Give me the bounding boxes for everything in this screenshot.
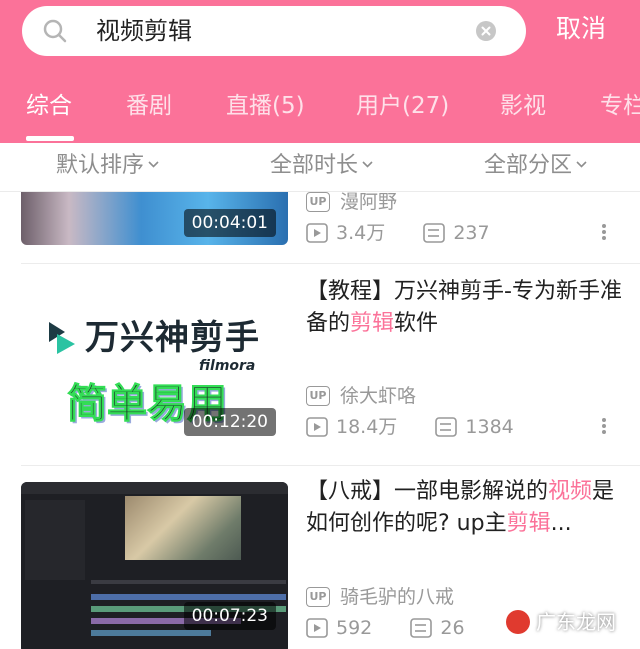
title-highlight: 剪辑 xyxy=(506,511,551,536)
view-count: 3.4万 xyxy=(336,222,386,244)
watermark-logo-icon xyxy=(506,610,530,634)
clear-icon[interactable] xyxy=(476,21,496,41)
view-count: 592 xyxy=(336,617,373,639)
editor-controls xyxy=(91,580,286,584)
top-bar: 视频剪辑 取消 综合 番剧 直播(5) 用户(27) 影视 专栏 xyxy=(0,0,640,143)
title-highlight: 视频 xyxy=(548,479,593,504)
filter-bar: 默认排序 全部时长 全部分区 xyxy=(0,143,640,192)
uploader-name[interactable]: 徐大虾咯 xyxy=(340,385,416,407)
cancel-button[interactable]: 取消 xyxy=(556,12,606,46)
editor-titlebar xyxy=(21,482,288,494)
thumbnail-brand-text: 万兴神剪手 xyxy=(85,318,260,358)
video-thumbnail: 00:07:23 xyxy=(21,482,288,649)
comment-count: 26 xyxy=(440,617,465,639)
more-options-icon[interactable] xyxy=(600,416,608,436)
view-count: 18.4万 xyxy=(336,416,398,438)
category-filter[interactable]: 全部分区 xyxy=(484,151,587,181)
stats-line: 592 26 xyxy=(306,615,465,641)
chevron-down-icon xyxy=(148,161,159,168)
watermark: 广东龙网 xyxy=(506,606,616,635)
search-query: 视频剪辑 xyxy=(96,17,192,45)
video-item[interactable]: 00:04:01 UP 漫阿野 3.4万 237 xyxy=(0,192,640,264)
sort-filter[interactable]: 默认排序 xyxy=(56,151,159,181)
title-highlight: 剪辑 xyxy=(350,311,395,336)
uploader-name[interactable]: 骑毛驴的八戒 xyxy=(340,586,454,608)
duration-badge: 00:07:23 xyxy=(183,602,276,630)
duration-badge: 00:12:20 xyxy=(183,408,276,436)
chevron-down-icon xyxy=(576,161,587,168)
danmaku-icon xyxy=(435,417,458,437)
editor-track xyxy=(91,594,286,600)
up-badge: UP xyxy=(306,192,330,212)
danmaku-icon xyxy=(423,223,446,243)
video-item[interactable]: 万兴神剪手 filmora 简单易用 00:12:20 【教程】万兴神剪手-专为… xyxy=(0,264,640,465)
title-text: 软件 xyxy=(394,311,439,336)
up-badge: UP xyxy=(306,386,330,406)
sort-filter-label: 默认排序 xyxy=(56,153,145,178)
search-icon xyxy=(43,19,67,43)
duration-badge: 00:04:01 xyxy=(183,209,276,237)
active-tab-indicator xyxy=(26,136,74,141)
editor-panel xyxy=(25,500,85,580)
tab-all[interactable]: 综合 xyxy=(26,88,72,124)
duration-filter[interactable]: 全部时长 xyxy=(270,151,373,181)
category-filter-label: 全部分区 xyxy=(484,153,573,178)
tab-live[interactable]: 直播(5) xyxy=(226,88,305,124)
uploader-line: UP 漫阿野 xyxy=(306,192,397,215)
video-title[interactable]: 【教程】万兴神剪手-专为新手准备的剪辑软件 xyxy=(306,276,622,340)
tab-movies[interactable]: 影视 xyxy=(500,88,546,124)
video-thumbnail: 万兴神剪手 filmora 简单易用 00:12:20 xyxy=(21,278,288,450)
results-list: 00:04:01 UP 漫阿野 3.4万 237 万兴神剪手 filmora 简单… xyxy=(0,192,640,649)
uploader-line: UP 徐大虾咯 xyxy=(306,383,416,409)
video-thumbnail: 00:04:01 xyxy=(21,192,288,245)
search-input[interactable]: 视频剪辑 xyxy=(22,6,526,56)
thumbnail-sub-text: filmora xyxy=(199,358,256,374)
comment-count: 237 xyxy=(453,222,490,244)
play-icon xyxy=(306,223,328,243)
uploader-name[interactable]: 漫阿野 xyxy=(340,192,397,213)
watermark-text: 广东龙网 xyxy=(536,610,616,634)
tab-bar: 综合 番剧 直播(5) 用户(27) 影视 专栏 xyxy=(0,88,640,128)
uploader-line: UP 骑毛驴的八戒 xyxy=(306,584,454,610)
tab-articles[interactable]: 专栏 xyxy=(600,88,640,124)
video-title[interactable]: 【八戒】一部电影解说的视频是如何创作的呢? up主剪辑... xyxy=(306,476,622,540)
more-options-icon[interactable] xyxy=(600,222,608,242)
tab-bangumi[interactable]: 番剧 xyxy=(126,88,172,124)
editor-preview xyxy=(125,496,241,560)
tab-users[interactable]: 用户(27) xyxy=(356,88,449,124)
danmaku-icon xyxy=(410,618,433,638)
duration-filter-label: 全部时长 xyxy=(270,153,359,178)
play-icon xyxy=(306,618,328,638)
up-badge: UP xyxy=(306,587,330,607)
comment-count: 1384 xyxy=(465,416,514,438)
title-text: ... xyxy=(550,511,572,536)
filmora-logo-icon xyxy=(49,322,75,354)
title-text: 【八戒】一部电影解说的 xyxy=(306,479,549,504)
editor-track xyxy=(91,630,211,636)
chevron-down-icon xyxy=(362,161,373,168)
play-icon xyxy=(306,417,328,437)
stats-line: 18.4万 1384 xyxy=(306,414,514,440)
stats-line: 3.4万 237 xyxy=(306,220,490,246)
